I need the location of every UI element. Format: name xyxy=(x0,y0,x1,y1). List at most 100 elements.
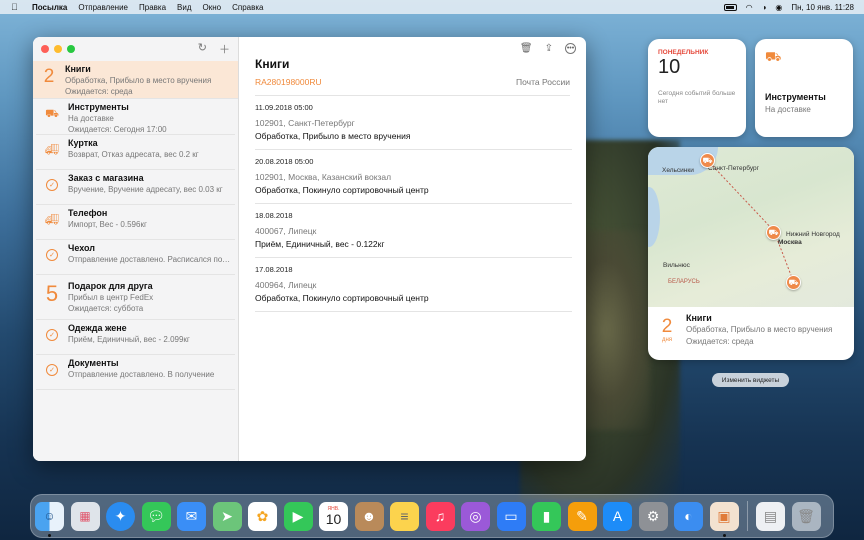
calendar-widget[interactable]: ПОНЕДЕЛЬНИК 10 Сегодня событий больше не… xyxy=(648,39,746,137)
wifi-icon[interactable]: ◠ xyxy=(746,3,753,12)
check-icon: ✓ xyxy=(46,249,58,261)
menu-window[interactable]: Окно xyxy=(203,3,222,12)
map-label-spb: Санкт-Петербург xyxy=(708,165,759,172)
parcel-icon[interactable]: ▣ xyxy=(709,501,739,537)
system-preferences-icon[interactable]: ⚙ xyxy=(638,501,668,531)
list-item[interactable]: ✓ Чехол Отправление доставлено. Расписал… xyxy=(36,240,235,275)
package-widget-large[interactable]: Хельсинки Санкт-Петербург Нижний Новгоро… xyxy=(648,147,854,360)
maps-icon[interactable]: ➤ xyxy=(212,501,242,531)
photos-icon[interactable]: ✿ xyxy=(248,501,277,531)
notes-icon[interactable]: ≡ xyxy=(390,501,419,531)
item-status: Отправление доставлено. Расписался получ… xyxy=(68,255,233,264)
list-item[interactable]: 🚚︎ Телефон Импорт, Вес - 0.596кг xyxy=(36,205,235,240)
dock-calendar-day: 10 xyxy=(325,510,342,527)
menu-help[interactable]: Справка xyxy=(232,3,263,12)
close-window-button[interactable] xyxy=(41,45,49,53)
list-item[interactable]: ✓ Заказ с магазина Вручение, Вручение ад… xyxy=(36,170,235,205)
zoom-window-button[interactable] xyxy=(67,45,75,53)
item-eta: Ожидается: суббота xyxy=(68,304,144,313)
edit-widgets-button[interactable]: Изменить виджеты xyxy=(712,373,789,387)
add-icon[interactable]: ＋ xyxy=(219,41,230,57)
days-count: 5 xyxy=(45,281,59,306)
map-pin-icon[interactable]: ⛟ xyxy=(786,275,801,290)
tracking-event: 17.08.2018 400964, Липецк Обработка, Пок… xyxy=(255,258,572,312)
event-date: 11.09.2018 05:00 xyxy=(255,103,313,112)
refresh-icon[interactable]: ↻ xyxy=(198,41,207,57)
share-icon[interactable]: ⇪ xyxy=(545,43,553,54)
launchpad-icon[interactable]: ▦ xyxy=(70,501,100,531)
list-item[interactable]: 🚚︎ Куртка Возврат, Отказ адресата, вес 0… xyxy=(36,135,235,170)
dolly-icon: ⛟ xyxy=(45,108,59,120)
check-icon: ✓ xyxy=(46,329,58,341)
event-date: 20.08.2018 05:00 xyxy=(255,157,314,166)
list-item[interactable]: ✓ Документы Отправление доставлено. В по… xyxy=(36,355,235,390)
event-location: 400067, Липецк xyxy=(255,226,317,236)
map-label-belarus: БЕЛАРУСЬ xyxy=(668,279,700,285)
package-widget-small[interactable]: ⛟ Инструменты На доставке xyxy=(755,39,853,137)
contacts-icon[interactable]: ☻ xyxy=(354,501,384,531)
event-date: 18.08.2018 xyxy=(255,211,293,220)
event-date: 17.08.2018 xyxy=(255,265,293,274)
list-item[interactable]: ⛟ Инструменты На доставке Ожидается: Сег… xyxy=(36,99,235,135)
route-map: Хельсинки Санкт-Петербург Нижний Новгоро… xyxy=(648,147,854,307)
dock: ☺ ▦ ✦ 💬︎ ✉ ➤ ✿ ▶ ЯНВ. 10 ☻ ≡ ♫ ◎ ▭ ▮ ✎ A… xyxy=(30,494,834,538)
parcel-app-window: ↻ ＋ 2 Книги Обработка, Прибыло в место в… xyxy=(33,37,586,461)
map-label-nnov: Нижний Новгород xyxy=(786,231,840,238)
event-status: Приём, Единичный, вес - 0.122кг xyxy=(255,239,385,249)
pages-icon[interactable]: ✎ xyxy=(567,501,597,531)
document-icon[interactable]: ▤ xyxy=(756,501,785,531)
days-unit: дня xyxy=(661,337,673,343)
battery-icon[interactable] xyxy=(723,3,737,11)
days-count: 2 xyxy=(43,66,55,87)
music-icon[interactable]: ♫ xyxy=(425,501,455,531)
translate-icon[interactable]: ◐ xyxy=(674,501,703,531)
event-location: 102901, Санкт-Петербург xyxy=(255,118,355,128)
dolly-icon: ⛟ xyxy=(765,49,782,64)
numbers-icon[interactable]: ▮ xyxy=(532,501,561,531)
item-status: Вручение, Вручение адресату, вес 0.03 кг xyxy=(68,185,223,194)
item-title: Книги xyxy=(65,64,91,74)
finder-icon[interactable]: ☺ xyxy=(35,501,64,537)
item-title: Одежда жене xyxy=(68,323,127,333)
podcasts-icon[interactable]: ◎ xyxy=(461,501,490,531)
menu-app-name[interactable]: Посылка xyxy=(32,3,67,12)
event-location: 102901, Москва, Казанский вокзал xyxy=(255,172,392,182)
more-icon[interactable]: ••• xyxy=(565,42,576,54)
check-icon: ✓ xyxy=(46,364,58,376)
menu-clock[interactable]: Пн, 10 янв. 11:28 xyxy=(791,3,854,12)
event-status: Обработка, Покинуло сортировочный центр xyxy=(255,185,429,195)
keynote-icon[interactable]: ▭ xyxy=(496,501,526,531)
list-item[interactable]: ✓ Одежда жене Приём, Единичный, вес - 2.… xyxy=(36,320,235,355)
list-item[interactable]: 5 Подарок для друга Прибыл в центр FedEx… xyxy=(36,275,235,320)
event-status: Обработка, Покинуло сортировочный центр xyxy=(255,293,429,303)
item-status: На доставке xyxy=(68,114,114,123)
calendar-icon[interactable]: ЯНВ. 10 xyxy=(319,501,348,531)
safari-icon[interactable]: ✦ xyxy=(106,501,135,531)
detail-toolbar: 🗑︎ ⇪ ••• xyxy=(239,37,586,59)
map-pin-icon[interactable]: ⛟ xyxy=(766,225,781,240)
item-eta: Ожидается: Сегодня 17:00 xyxy=(68,125,167,134)
app-store-icon[interactable]: A xyxy=(603,501,632,531)
facetime-icon[interactable]: ▶ xyxy=(283,501,313,531)
item-status: Отправление доставлено. В получение xyxy=(68,370,215,379)
minimize-window-button[interactable] xyxy=(54,45,62,53)
menu-edit[interactable]: Правка xyxy=(139,3,166,12)
siri-icon[interactable]: ◉ xyxy=(775,3,782,12)
map-pin-icon[interactable]: ⛟ xyxy=(700,153,715,168)
map-label-helsinki: Хельсинки xyxy=(662,167,694,174)
apple-menu-icon[interactable]:  xyxy=(11,2,25,12)
menu-view[interactable]: Вид xyxy=(177,3,191,12)
sidebar: ↻ ＋ 2 Книги Обработка, Прибыло в место в… xyxy=(33,37,239,461)
trash-icon[interactable]: 🗑︎ xyxy=(791,501,821,531)
widget-package-status: Обработка, Прибыло в место вручения xyxy=(686,325,833,334)
mail-icon[interactable]: ✉ xyxy=(177,501,206,531)
messages-icon[interactable]: 💬︎ xyxy=(141,501,171,531)
carrier-name: Почта России xyxy=(516,77,570,87)
menu-shipment[interactable]: Отправление xyxy=(78,3,128,12)
item-status: Приём, Единичный, вес - 2.099кг xyxy=(68,335,190,344)
control-center-icon[interactable]: ◑ xyxy=(762,3,767,12)
tracking-number[interactable]: RA280198000RU xyxy=(255,77,322,87)
map-label-vilnius: Вильнюс xyxy=(663,262,690,269)
trash-icon[interactable]: 🗑︎ xyxy=(520,43,533,54)
list-item[interactable]: 2 Книги Обработка, Прибыло в место вруче… xyxy=(33,61,238,99)
